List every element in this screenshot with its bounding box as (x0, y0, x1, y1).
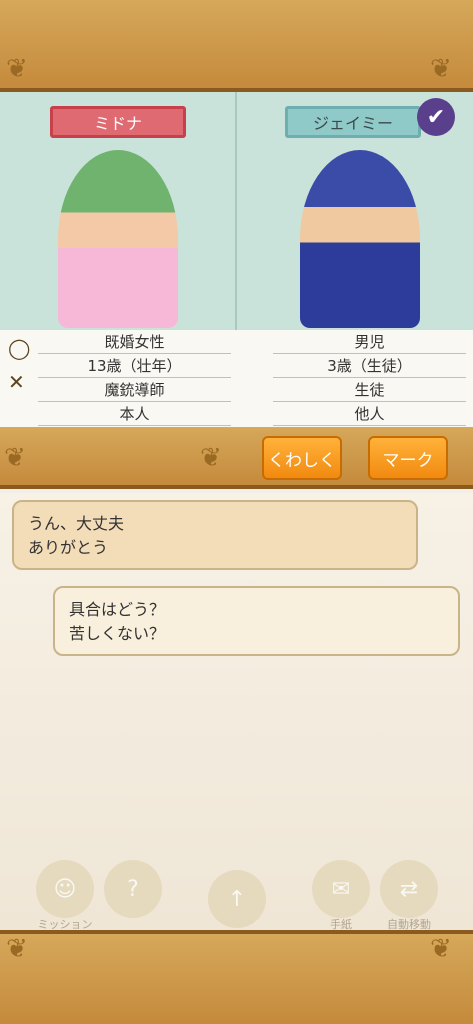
stat-left-3: 本人 (38, 402, 231, 426)
avatar-right (300, 150, 420, 328)
stat-right-0: 男児 (273, 330, 466, 354)
ornament-icon: ❦ (6, 54, 28, 84)
ornament-icon: ❦ (200, 443, 222, 473)
dialogue-line: うん、大丈夫 (28, 514, 125, 533)
stat-right-1: 3歳（生徒） (273, 354, 466, 378)
ring-icon: ◯ (8, 336, 31, 360)
ornament-icon: ❦ (4, 443, 26, 473)
stat-right-2: 生徒 (273, 378, 466, 402)
help-button[interactable]: ? (104, 860, 162, 918)
stat-right-3: 他人 (273, 402, 466, 426)
stat-left-1: 13歳（壮年） (38, 354, 231, 378)
dialogue-bubble-2: 具合はどう？ 苦しくない？ (53, 586, 460, 656)
avatar-left (58, 150, 178, 328)
check-icon[interactable]: ✔ (417, 98, 455, 136)
dialogue-line: ありがとう (28, 538, 109, 557)
mark-button[interactable]: マーク (368, 436, 448, 480)
dialogue-bubble-1: うん、大丈夫 ありがとう (12, 500, 418, 570)
top-frame: ❦ ❦ (0, 0, 473, 92)
stat-left-0: 既婚女性 (38, 330, 231, 354)
stats-table: ◯ ✕ 既婚女性 13歳（壮年） 魔銃導師 本人 男児 3歳（生徒） 生徒 他人 (0, 330, 473, 427)
ornament-icon: ❦ (6, 934, 28, 964)
dialogue-line: 具合はどう？ (69, 600, 166, 619)
ornament-icon: ❦ (430, 54, 452, 84)
name-tag-left: ミドナ (50, 106, 186, 138)
dialogue-line: 苦しくない？ (69, 624, 166, 643)
ornament-icon: ❦ (430, 934, 452, 964)
name-tag-right: ジェイミー (285, 106, 421, 138)
cross-icon: ✕ (8, 370, 25, 394)
bottom-menu: ☺ ミッション ? ↑ ✉ 手紙 ⇄ 自動移動 (0, 860, 473, 931)
letter-button[interactable]: ✉ (312, 860, 370, 918)
detail-button[interactable]: くわしく (262, 436, 342, 480)
mission-button[interactable]: ☺ (36, 860, 94, 918)
up-arrow-button[interactable]: ↑ (208, 870, 266, 928)
bottom-frame: ❦ ❦ (0, 930, 473, 1024)
auto-move-button[interactable]: ⇄ (380, 860, 438, 918)
stat-left-2: 魔銃導師 (38, 378, 231, 402)
